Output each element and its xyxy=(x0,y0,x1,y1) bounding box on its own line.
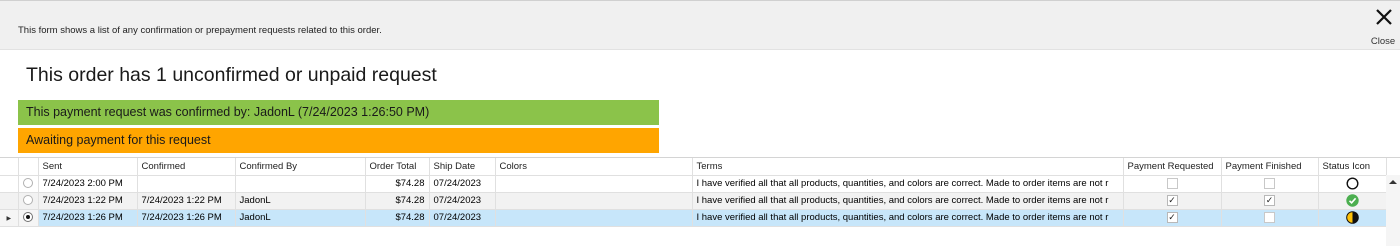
column-header-confirmed-by[interactable]: Confirmed By xyxy=(235,158,366,176)
scroll-up-arrow-icon[interactable] xyxy=(1389,179,1397,185)
row-select-cell[interactable] xyxy=(18,209,39,227)
cell-sent[interactable]: 7/24/2023 2:00 PM xyxy=(38,175,138,193)
requests-grid[interactable]: Sent Confirmed Confirmed By Order Total … xyxy=(0,157,1400,246)
close-label: Close xyxy=(1370,36,1396,47)
cell-order-total[interactable]: $74.28 xyxy=(365,209,430,227)
select-column-header xyxy=(18,158,39,176)
payment-requested-checkbox[interactable]: ✓ xyxy=(1166,211,1178,223)
column-header-order-total[interactable]: Order Total xyxy=(365,158,430,176)
cell-colors[interactable] xyxy=(495,175,693,193)
row-select-cell[interactable] xyxy=(18,175,39,193)
cell-confirmed[interactable] xyxy=(137,175,236,193)
current-row-indicator-icon: ▶ xyxy=(6,216,12,222)
cell-payment-finished[interactable] xyxy=(1221,175,1319,193)
cell-order-total[interactable]: $74.28 xyxy=(365,175,430,193)
column-header-status-icon[interactable]: Status Icon xyxy=(1318,158,1387,176)
cell-payment-requested[interactable] xyxy=(1123,175,1222,193)
cell-status-icon xyxy=(1318,175,1387,193)
row-select-radio[interactable] xyxy=(23,195,33,206)
row-header[interactable]: ▶ xyxy=(0,209,19,227)
window-top-border xyxy=(0,0,1400,1)
row-select-radio[interactable] xyxy=(23,212,33,223)
empty-circle-icon xyxy=(1345,177,1359,190)
column-header-terms[interactable]: Terms xyxy=(692,158,1124,176)
cell-confirmed[interactable]: 7/24/2023 1:22 PM xyxy=(137,192,236,210)
cell-ship-date[interactable]: 07/24/2023 xyxy=(429,192,496,210)
cell-sent[interactable]: 7/24/2023 1:22 PM xyxy=(38,192,138,210)
cell-status-icon xyxy=(1318,192,1387,210)
row-header[interactable] xyxy=(0,192,19,210)
close-icon xyxy=(1376,9,1392,25)
column-header-payment-finished[interactable]: Payment Finished xyxy=(1221,158,1319,176)
row-header[interactable] xyxy=(0,175,19,193)
cell-payment-requested[interactable]: ✓ xyxy=(1123,209,1222,227)
half-filled-circle-icon xyxy=(1345,211,1359,224)
table-row[interactable]: 7/24/2023 1:22 PM 7/24/2023 1:22 PM Jado… xyxy=(0,192,1387,210)
grid-header-row: Sent Confirmed Confirmed By Order Total … xyxy=(0,158,1387,176)
table-row[interactable]: 7/24/2023 2:00 PM $74.28 07/24/2023 I ha… xyxy=(0,175,1387,193)
cell-confirmed[interactable]: 7/24/2023 1:26 PM xyxy=(137,209,236,227)
confirmed-status-banner: This payment request was confirmed by: J… xyxy=(18,100,659,125)
vertical-scrollbar[interactable] xyxy=(1386,175,1400,246)
payment-requested-checkbox[interactable] xyxy=(1166,177,1178,189)
cell-colors[interactable] xyxy=(495,209,693,227)
column-header-ship-date[interactable]: Ship Date xyxy=(429,158,496,176)
cell-colors[interactable] xyxy=(495,192,693,210)
cell-confirmed-by[interactable]: JadonL xyxy=(235,209,366,227)
row-select-radio[interactable] xyxy=(23,178,33,189)
cell-confirmed-by[interactable]: JadonL xyxy=(235,192,366,210)
form-description: This form shows a list of any confirmati… xyxy=(18,25,382,36)
column-header-sent[interactable]: Sent xyxy=(38,158,138,176)
payment-finished-checkbox[interactable]: ✓ xyxy=(1264,194,1275,206)
payment-finished-checkbox[interactable] xyxy=(1264,211,1275,223)
cell-order-total[interactable]: $74.28 xyxy=(365,192,430,210)
page-title: This order has 1 unconfirmed or unpaid r… xyxy=(26,64,437,86)
form-header-bar: This form shows a list of any confirmati… xyxy=(0,0,1400,50)
column-header-confirmed[interactable]: Confirmed xyxy=(137,158,236,176)
row-select-cell[interactable] xyxy=(18,192,39,210)
payment-requested-checkbox[interactable]: ✓ xyxy=(1166,194,1178,206)
cell-payment-requested[interactable]: ✓ xyxy=(1123,192,1222,210)
green-check-icon xyxy=(1345,194,1359,207)
row-header-corner xyxy=(0,158,19,176)
cell-sent[interactable]: 7/24/2023 1:26 PM xyxy=(38,209,138,227)
awaiting-payment-banner: Awaiting payment for this request xyxy=(18,128,659,153)
close-button[interactable]: Close xyxy=(1366,4,1400,48)
cell-status-icon xyxy=(1318,209,1387,227)
table-row-selected[interactable]: ▶ 7/24/2023 1:26 PM 7/24/2023 1:26 PM Ja… xyxy=(0,209,1387,227)
requests-table: Sent Confirmed Confirmed By Order Total … xyxy=(0,158,1387,227)
cell-terms[interactable]: I have verified all that all products, q… xyxy=(692,175,1124,193)
cell-payment-finished[interactable] xyxy=(1221,209,1319,227)
cell-terms[interactable]: I have verified all that all products, q… xyxy=(692,192,1124,210)
cell-ship-date[interactable]: 07/24/2023 xyxy=(429,209,496,227)
cell-terms[interactable]: I have verified all that all products, q… xyxy=(692,209,1124,227)
cell-ship-date[interactable]: 07/24/2023 xyxy=(429,175,496,193)
column-header-colors[interactable]: Colors xyxy=(495,158,693,176)
cell-payment-finished[interactable]: ✓ xyxy=(1221,192,1319,210)
payment-finished-checkbox[interactable] xyxy=(1264,177,1275,189)
column-header-payment-requested[interactable]: Payment Requested xyxy=(1123,158,1222,176)
cell-confirmed-by[interactable] xyxy=(235,175,366,193)
